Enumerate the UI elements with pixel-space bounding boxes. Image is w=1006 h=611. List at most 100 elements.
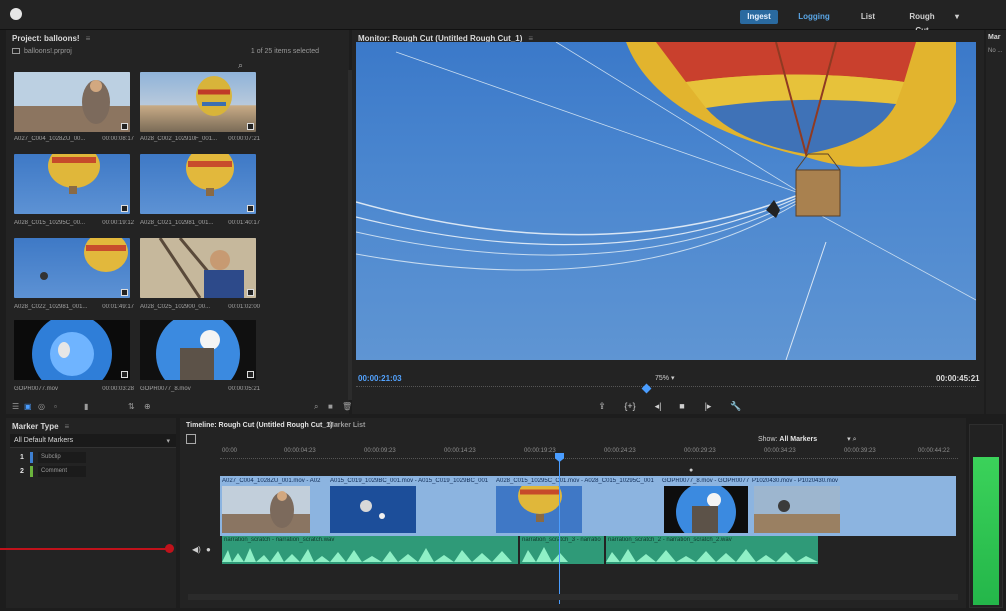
- audio-clip-label: narration_scratch_3 - narratio: [522, 537, 601, 543]
- clip-caption: GOPR0077_8.mov 00:00:05:21: [140, 386, 260, 392]
- panel-menu-icon[interactable]: ≡: [86, 34, 91, 43]
- microphone-icon[interactable]: ●: [206, 545, 211, 554]
- project-panel-title[interactable]: Project: balloons! ≡: [12, 34, 90, 43]
- show-markers-filter[interactable]: Show: All Markers ▾ ⌕: [758, 435, 857, 444]
- speaker-icon[interactable]: ◀): [192, 545, 201, 554]
- settings-icon[interactable]: [186, 434, 196, 444]
- markers-panel-collapsed: Mar No ...: [986, 30, 1006, 414]
- clip-thumbnail[interactable]: [14, 320, 130, 380]
- clip-thumbnail[interactable]: [140, 72, 256, 132]
- workspace-menu-caret-icon[interactable]: ▾: [952, 10, 962, 24]
- video-clip-label: A015_C019_1029BC_001.mov - A015_C019_102…: [330, 478, 489, 484]
- panel-menu-icon[interactable]: ≡: [65, 422, 70, 431]
- ruler-tick-label: 00:00:14:23: [444, 448, 476, 454]
- trash-icon[interactable]: 🗑: [342, 402, 352, 411]
- clip-caption: A027_C004_1028ZU_00... 00:00:08:17: [14, 136, 134, 142]
- freeform-view-icon[interactable]: ◎: [38, 402, 45, 411]
- ruler-tick-label: 00:00:44:22: [918, 448, 950, 454]
- fisheye-pilot-image: [140, 320, 256, 380]
- markers-panel-title[interactable]: Mar: [988, 34, 1000, 41]
- audio-waveform: [222, 547, 818, 562]
- clip-type-badge-icon: [247, 371, 254, 378]
- annotation-callout-dot: [165, 544, 174, 553]
- clip-thumbnail[interactable]: [140, 320, 256, 380]
- app-logo: [10, 8, 22, 20]
- selection-count: 1 of 25 items selected: [250, 48, 319, 55]
- step-forward-icon[interactable]: |▸: [700, 399, 716, 413]
- ruler-tick-label: 00:00:19:23: [524, 448, 556, 454]
- zoom-out-icon[interactable]: ▫: [54, 402, 57, 411]
- balloons-sky-image: [330, 486, 416, 533]
- video-clip-label: GOPR0077_8.mov - GOPR0077: [662, 478, 750, 484]
- video-clip-label: P1020430.mov - P1020430.mov: [752, 478, 839, 484]
- automate-icon[interactable]: ⊕: [144, 402, 151, 411]
- search-icon[interactable]: ⌕: [853, 436, 857, 443]
- video-clip[interactable]: [330, 486, 416, 533]
- clip-type-badge-icon: [247, 123, 254, 130]
- balloon-sky-image: [186, 154, 234, 196]
- ruler-tick-label: 00:00:39:23: [844, 448, 876, 454]
- clip-caption: GOPR0077.mov 00:00:03:28: [14, 386, 134, 392]
- video-clip[interactable]: [496, 478, 582, 533]
- zoom-level-select[interactable]: 75% ▾: [655, 374, 674, 382]
- tab-marker-list[interactable]: Marker List: [328, 422, 365, 429]
- clip-caption: A028_C002_102910F_001... 00:00:07:21: [140, 136, 260, 142]
- hot-air-balloon-image: [356, 42, 976, 360]
- project-path: balloons!.prproj: [12, 48, 72, 55]
- clip-thumbnail[interactable]: [140, 238, 256, 298]
- video-clip[interactable]: [664, 482, 748, 542]
- monitor-time-ruler[interactable]: [356, 386, 976, 392]
- ruler-tick-label: 00:00: [222, 448, 238, 454]
- ruler-tick-label: 00:00:24:23: [604, 448, 636, 454]
- workspace-tab-list[interactable]: List: [856, 10, 880, 24]
- list-view-icon[interactable]: ☰: [12, 402, 19, 411]
- insert-icon[interactable]: {+}: [622, 399, 638, 413]
- new-bin-icon[interactable]: ■: [328, 402, 333, 411]
- duration-timecode: 00:00:45:21: [936, 374, 980, 383]
- timeline-panel: Timeline: Rough Cut (Untitled Rough Cut_…: [180, 418, 966, 608]
- stop-icon[interactable]: ■: [674, 399, 690, 413]
- clip-thumbnail[interactable]: [14, 72, 130, 132]
- wrench-icon[interactable]: 🔧: [728, 399, 744, 413]
- balloon-desert-image: [196, 76, 232, 116]
- clip-type-badge-icon: [121, 123, 128, 130]
- timeline-scrollbar[interactable]: [188, 594, 958, 600]
- pilot-image: [140, 238, 256, 298]
- video-clip-label: A028_C015_10295C_C01.mov - A028_C015_102…: [496, 478, 654, 484]
- video-clip[interactable]: [222, 486, 310, 533]
- workspace-bar: Ingest Logging List Rough Cut ▾: [0, 0, 1006, 35]
- timeline-ruler[interactable]: [220, 458, 958, 466]
- timeline-playhead-line: [559, 454, 560, 604]
- find-icon[interactable]: ⌕: [314, 402, 318, 412]
- icon-view-icon[interactable]: ▣: [24, 402, 32, 411]
- clip-type-badge-icon: [121, 371, 128, 378]
- video-clip-label: A027_C004_1028ZU_001.mov - A02: [222, 478, 321, 484]
- project-toolbar: ☰ ▣ ◎ ▫ ▮ ⇅ ⊕ ⌕ ■ 🗑: [10, 402, 352, 414]
- step-back-icon[interactable]: ◂|: [650, 399, 666, 413]
- ruler-tick-label: 00:00:04:23: [284, 448, 316, 454]
- workspace-tab-ingest[interactable]: Ingest: [740, 10, 778, 24]
- audio-meter-level: [973, 457, 999, 605]
- current-timecode[interactable]: 00:00:21:03: [358, 374, 402, 383]
- clip-caption: A028_C015_10295C_00... 00:00:19:12: [14, 220, 134, 226]
- clip-caption: A028_C022_102981_001... 00:01:49:17: [14, 304, 134, 310]
- video-clip[interactable]: [754, 486, 840, 533]
- sort-icon[interactable]: ⇅: [128, 402, 135, 411]
- marker-filter-dropdown[interactable]: All Default Markers ▾: [10, 434, 176, 448]
- timeline-marker-icon[interactable]: ●: [689, 467, 693, 474]
- marker-type-title[interactable]: Marker Type ≡: [12, 422, 69, 431]
- video-frame[interactable]: [356, 42, 976, 360]
- workspace-tab-rough-cut[interactable]: Rough Cut: [902, 10, 942, 35]
- clip-caption: A028_C025_102900_00... 00:01:02:00: [140, 304, 260, 310]
- desert-balloon-image: [754, 486, 840, 533]
- zoom-slider-handle[interactable]: ▮: [84, 402, 88, 411]
- clip-thumbnail[interactable]: [14, 154, 130, 214]
- workspace-tab-logging[interactable]: Logging: [796, 10, 832, 24]
- export-frame-icon[interactable]: ⇪: [594, 399, 610, 413]
- clip-caption: A028_C021_102981_001... 00:01:40:17: [140, 220, 260, 226]
- audio-clip-label: narration_scratch_2 - narration_scratch_…: [608, 537, 732, 543]
- tab-timeline[interactable]: Timeline: Rough Cut (Untitled Rough Cut_…: [186, 422, 339, 429]
- clip-thumbnail[interactable]: [14, 238, 130, 298]
- clip-type-badge-icon: [121, 289, 128, 296]
- clip-thumbnail[interactable]: [140, 154, 256, 214]
